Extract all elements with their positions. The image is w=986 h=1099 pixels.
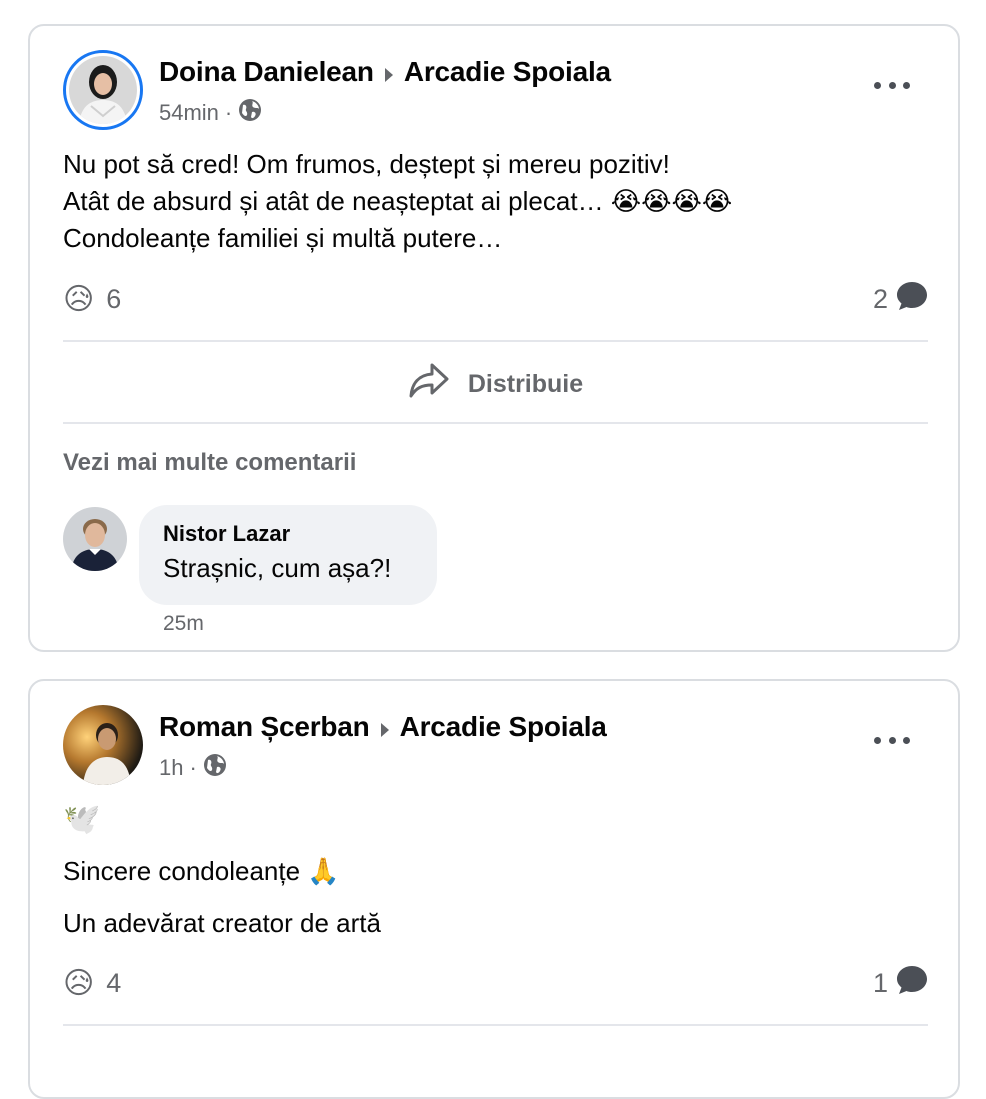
post-text-line: Atât de absurd și atât de neașteptat ai … [63, 186, 733, 216]
globe-icon [203, 753, 227, 783]
reaction-count: 4 [106, 967, 122, 998]
reaction-count: 6 [106, 283, 122, 314]
comment-count: 2 [872, 283, 888, 314]
see-more-comments-link[interactable]: Vezi mai multe comentarii [63, 449, 356, 477]
post-body: Sincere condoleanțe 🙏 [63, 853, 340, 890]
dot-icon [874, 736, 881, 744]
meta-separator: · [224, 100, 233, 125]
avatar-photo [63, 705, 143, 785]
post-body: Un adevărat creator de artă [63, 905, 381, 942]
post-text-line: Nu pot să cred! Om frumos, deștept și me… [63, 149, 670, 179]
post-body: Nu pot să cred! Om frumos, deștept și me… [63, 146, 732, 257]
post-text-line: Un adevărat creator de artă [63, 908, 381, 938]
sad-reaction-icon: 😥 [63, 966, 95, 1000]
post-meta: 1h · [159, 753, 227, 783]
caret-right-icon [380, 713, 390, 745]
commenter-avatar[interactable] [63, 507, 127, 571]
caret-right-icon [384, 58, 394, 90]
post-header-title: Doina Danielean Arcadie Spoiala [159, 56, 611, 90]
comments-count-button[interactable]: 1 [873, 965, 928, 1002]
post-time[interactable]: 54min [159, 100, 219, 126]
share-icon [408, 362, 450, 407]
more-options-button[interactable] [874, 78, 910, 92]
author-name[interactable]: Roman Șcerban [159, 711, 370, 742]
comment-bubble-icon [896, 281, 928, 318]
avatar-photo [63, 507, 127, 571]
author-avatar[interactable] [63, 50, 143, 130]
reaction-summary: 😥 6 2 [63, 279, 928, 319]
reactions-button[interactable]: 😥 4 [63, 966, 121, 1001]
meta-separator: · [189, 755, 197, 780]
globe-icon [238, 98, 262, 128]
target-name[interactable]: Arcadie Spoiala [404, 56, 611, 87]
share-button[interactable]: Distribuie [63, 344, 928, 424]
comments-count-button[interactable]: 2 [873, 281, 928, 318]
post-card: Doina Danielean Arcadie Spoiala 54min · N… [28, 24, 960, 652]
comment-bubble-icon [896, 965, 928, 1002]
comment-text: Strașnic, cum așa?! [163, 553, 392, 583]
avatar-photo [69, 56, 137, 124]
author-name[interactable]: Doina Danielean [159, 56, 374, 87]
comment-count: 1 [872, 967, 888, 998]
comment-author[interactable]: Nistor Lazar [163, 521, 413, 547]
comment-time[interactable]: 25m [163, 612, 204, 636]
divider [63, 1024, 928, 1026]
post-card: Roman Șcerban Arcadie Spoiala 1h · 🕊️ Sin… [28, 679, 960, 1099]
share-label: Distribuie [467, 369, 584, 398]
dot-icon [888, 736, 896, 744]
more-options-button[interactable] [874, 733, 910, 747]
dove-icon: 🕊️ [63, 803, 101, 836]
dot-icon [874, 81, 881, 89]
post-text-line: Sincere condoleanțe 🙏 [63, 856, 340, 886]
dot-icon [903, 736, 910, 744]
divider [63, 340, 928, 342]
post-text-line: Condoleanțe familiei și multă putere… [63, 223, 503, 253]
dot-icon [903, 81, 910, 89]
reaction-summary: 😥 4 1 [63, 963, 928, 1003]
post-meta: 54min · [159, 98, 262, 128]
dot-icon [888, 81, 896, 89]
target-name[interactable]: Arcadie Spoiala [400, 711, 607, 742]
comment-bubble: Nistor Lazar Strașnic, cum așa?! [139, 505, 437, 605]
author-avatar[interactable] [63, 705, 143, 785]
divider [63, 422, 928, 424]
reactions-button[interactable]: 😥 6 [63, 282, 121, 317]
sad-reaction-icon: 😥 [63, 282, 95, 316]
post-time[interactable]: 1h [159, 755, 183, 781]
post-header-title: Roman Șcerban Arcadie Spoiala [159, 711, 607, 745]
